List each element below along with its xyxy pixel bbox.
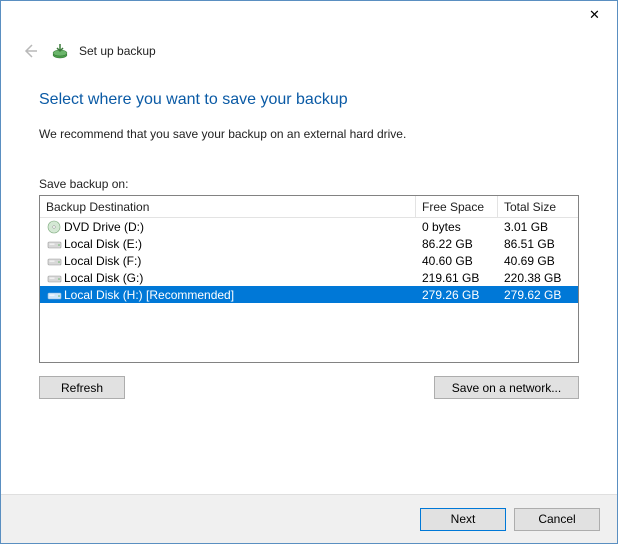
- cell-total-size: 279.62 GB: [498, 288, 578, 302]
- hard-disk-icon: [46, 271, 62, 285]
- header-row: Set up backup: [1, 31, 617, 63]
- drive-name: Local Disk (E:): [64, 237, 142, 251]
- footer-bar: Next Cancel: [1, 494, 617, 543]
- cell-free-space: 219.61 GB: [416, 271, 498, 285]
- app-icon: [51, 42, 69, 60]
- app-title: Set up backup: [79, 44, 156, 58]
- cell-total-size: 86.51 GB: [498, 237, 578, 251]
- col-destination[interactable]: Backup Destination: [40, 196, 416, 218]
- table-row[interactable]: Local Disk (G:) 219.61 GB220.38 GB: [40, 269, 578, 286]
- back-arrow-icon: [21, 42, 39, 60]
- cell-destination: Local Disk (H:) [Recommended]: [40, 288, 416, 302]
- hard-disk-icon: [46, 288, 62, 302]
- cell-free-space: 0 bytes: [416, 220, 498, 234]
- table-body: DVD Drive (D:)0 bytes3.01 GBLocal Disk (…: [40, 218, 578, 303]
- close-icon: ✕: [589, 7, 600, 23]
- back-button[interactable]: [19, 40, 41, 62]
- destination-table[interactable]: Backup Destination Free Space Total Size…: [39, 195, 579, 363]
- drive-name: Local Disk (F:): [64, 254, 141, 268]
- cell-total-size: 40.69 GB: [498, 254, 578, 268]
- cell-destination: Local Disk (G:): [40, 271, 416, 285]
- save-backup-label: Save backup on:: [39, 177, 579, 191]
- table-row[interactable]: Local Disk (H:) [Recommended] 279.26 GB27…: [40, 286, 578, 303]
- col-total-size[interactable]: Total Size: [498, 196, 578, 218]
- hard-disk-icon: [46, 237, 62, 251]
- cell-free-space: 279.26 GB: [416, 288, 498, 302]
- hard-disk-icon: [46, 254, 62, 268]
- action-button-row: Refresh Save on a network...: [39, 376, 579, 399]
- drive-name: DVD Drive (D:): [64, 220, 144, 234]
- drive-name: Local Disk (G:): [64, 271, 143, 285]
- cell-destination: Local Disk (F:): [40, 254, 416, 268]
- cell-destination: Local Disk (E:): [40, 237, 416, 251]
- table-header: Backup Destination Free Space Total Size: [40, 196, 578, 218]
- next-button[interactable]: Next: [420, 508, 506, 531]
- table-row[interactable]: Local Disk (F:) 40.60 GB40.69 GB: [40, 252, 578, 269]
- cell-destination: DVD Drive (D:): [40, 220, 416, 234]
- cancel-button[interactable]: Cancel: [514, 508, 600, 531]
- drive-name: Local Disk (H:) [Recommended]: [64, 288, 234, 302]
- cell-total-size: 3.01 GB: [498, 220, 578, 234]
- dvd-drive-icon: [46, 220, 62, 234]
- cell-total-size: 220.38 GB: [498, 271, 578, 285]
- cell-free-space: 86.22 GB: [416, 237, 498, 251]
- table-row[interactable]: Local Disk (E:) 86.22 GB86.51 GB: [40, 235, 578, 252]
- titlebar: ✕: [1, 1, 617, 31]
- refresh-button[interactable]: Refresh: [39, 376, 125, 399]
- recommendation-text: We recommend that you save your backup o…: [39, 127, 579, 141]
- page-heading: Select where you want to save your backu…: [39, 91, 579, 109]
- content-area: Select where you want to save your backu…: [1, 63, 617, 399]
- table-row[interactable]: DVD Drive (D:) 0 bytes3.01 GB: [40, 218, 578, 235]
- cell-free-space: 40.60 GB: [416, 254, 498, 268]
- save-on-network-button[interactable]: Save on a network...: [434, 376, 579, 399]
- col-free-space[interactable]: Free Space: [416, 196, 498, 218]
- close-button[interactable]: ✕: [572, 1, 617, 29]
